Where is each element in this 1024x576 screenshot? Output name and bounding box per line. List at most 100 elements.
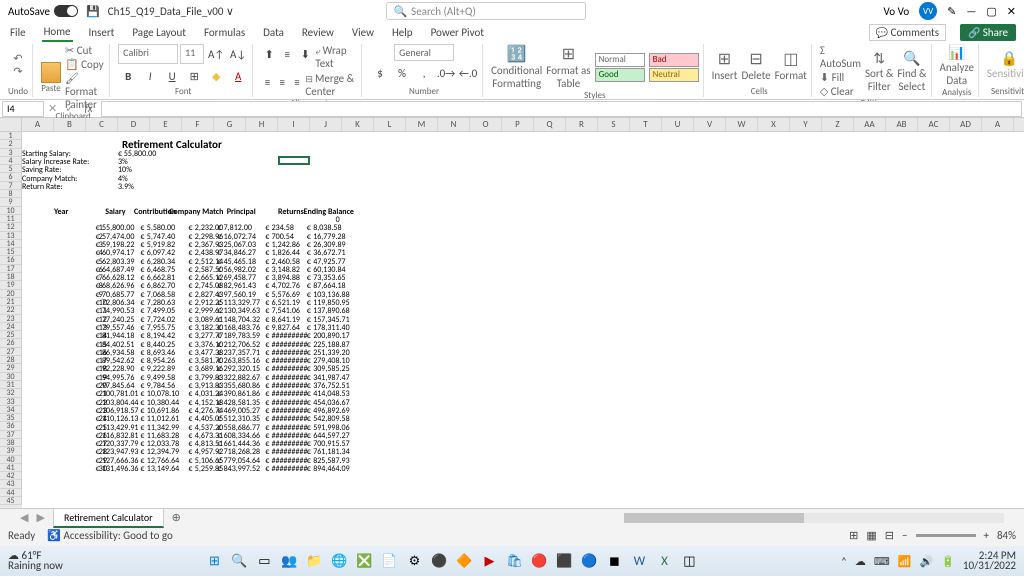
tab-nav-prev-icon[interactable]: ◀	[20, 511, 28, 524]
col-header[interactable]: K	[342, 118, 374, 131]
tab-view[interactable]: View	[350, 24, 376, 41]
style-bad[interactable]: Bad	[649, 53, 699, 67]
cell[interactable]: €	[307, 464, 311, 474]
close-icon[interactable]: ✕	[1007, 5, 1016, 18]
steam-icon[interactable]: ⚫	[428, 550, 450, 572]
fill-color-button[interactable]: ◆	[206, 66, 226, 86]
clear-button[interactable]: ◇ Clear	[820, 85, 861, 98]
redo-icon[interactable]: ↷	[13, 65, 22, 78]
col-header[interactable]: L	[374, 118, 406, 131]
col-header[interactable]: G	[214, 118, 246, 131]
app-icon[interactable]: ⬛	[553, 550, 575, 572]
cell[interactable]: €	[265, 464, 269, 474]
find-select-icon[interactable]: 🔍	[903, 50, 920, 67]
style-neutral[interactable]: Neutral	[649, 68, 699, 82]
cell[interactable]: Returns	[278, 207, 304, 217]
task-view-icon[interactable]: ▭	[253, 550, 275, 572]
comments-button[interactable]: 💬 Comments	[869, 24, 946, 41]
tray-chevron-icon[interactable]: ˄	[841, 555, 847, 568]
new-sheet-icon[interactable]: ⊕	[172, 511, 181, 524]
app-icon[interactable]: ❎	[353, 550, 375, 572]
col-header[interactable]: S	[598, 118, 630, 131]
col-header[interactable]: AB	[886, 118, 918, 131]
cell[interactable]: €	[188, 464, 192, 474]
search-input[interactable]: 🔍 Search (Alt+Q)	[386, 2, 586, 20]
font-color-button[interactable]: A	[228, 66, 248, 86]
formula-bar[interactable]	[101, 101, 1022, 117]
decrease-decimal-icon[interactable]: ←.0	[458, 63, 478, 83]
autosum-button[interactable]: Σ AutoSum	[820, 44, 861, 70]
paste-button[interactable]: Paste	[41, 62, 61, 94]
filename[interactable]: Ch15_Q19_Data_File_v00 ∨	[108, 5, 234, 18]
cell[interactable]: 3.9%	[118, 182, 134, 192]
tab-data[interactable]: Data	[261, 24, 286, 41]
style-good[interactable]: Good	[595, 68, 645, 82]
format-as-table-icon[interactable]: ⊞	[562, 44, 575, 64]
tab-file[interactable]: File	[8, 24, 28, 41]
italic-button[interactable]: I	[140, 66, 160, 86]
word-icon[interactable]: W	[628, 550, 650, 572]
zoom-out-icon[interactable]: −	[902, 529, 907, 542]
tray-volume-icon[interactable]: 🔊	[919, 555, 933, 568]
cell[interactable]: 894,464.09	[313, 464, 349, 474]
tab-help[interactable]: Help	[390, 24, 415, 41]
name-box[interactable]: I4	[2, 101, 44, 117]
app-icon[interactable]: ◫	[678, 550, 700, 572]
ribbon-display-icon[interactable]: ✎	[947, 5, 956, 18]
cut-button[interactable]: ✂ Cut	[65, 44, 105, 57]
increase-font-icon[interactable]: A↑	[206, 44, 226, 64]
teams-icon[interactable]: 👥	[278, 550, 300, 572]
explorer-icon[interactable]: 📁	[303, 550, 325, 572]
col-header[interactable]: T	[630, 118, 662, 131]
number-format-select[interactable]: General	[394, 44, 454, 61]
enter-formula-icon[interactable]: ✓	[61, 102, 78, 115]
app-icon[interactable]: ▶	[478, 550, 500, 572]
copy-button[interactable]: 📋 Copy	[65, 58, 105, 71]
col-header[interactable]: O	[470, 118, 502, 131]
bold-button[interactable]: B	[118, 66, 138, 86]
cell[interactable]: Ending Balance	[304, 207, 354, 217]
tray-battery-icon[interactable]: 🔋	[941, 555, 955, 568]
cell[interactable]: Year	[54, 207, 68, 217]
fx-icon[interactable]: fx	[78, 102, 98, 115]
col-header[interactable]: N	[438, 118, 470, 131]
style-normal[interactable]: Normal	[595, 53, 645, 67]
start-icon[interactable]: ⊞	[203, 550, 225, 572]
active-cell[interactable]	[278, 156, 310, 165]
col-header[interactable]: B	[54, 118, 86, 131]
font-name-select[interactable]: Calibri	[118, 44, 178, 64]
format-cells-icon[interactable]: ◫	[783, 49, 798, 69]
align-middle-icon[interactable]: ≡	[279, 44, 295, 64]
cell[interactable]: €	[140, 464, 144, 474]
cell[interactable]: Return Rate:	[22, 182, 63, 192]
autosave-toggle[interactable]	[54, 5, 78, 17]
tray-cloud-icon[interactable]: ☁	[855, 555, 866, 568]
tray-lang-icon[interactable]: ⌨	[874, 555, 890, 568]
view-pagelayout-icon[interactable]: ▦	[866, 529, 876, 542]
zoom-level[interactable]: 84%	[997, 529, 1016, 542]
cell[interactable]: €	[96, 464, 100, 474]
col-header[interactable]: Y	[790, 118, 822, 131]
tab-pagelayout[interactable]: Page Layout	[130, 24, 188, 41]
tab-nav-next-icon[interactable]: ▶	[36, 511, 44, 524]
align-center-icon[interactable]: ≡	[276, 72, 289, 92]
tab-insert[interactable]: Insert	[87, 24, 117, 41]
wrap-text-button[interactable]: ⤶ Wrap Text	[315, 44, 357, 70]
col-header[interactable]: Q	[534, 118, 566, 131]
col-header[interactable]: R	[566, 118, 598, 131]
col-header[interactable]: E	[150, 118, 182, 131]
weather-widget[interactable]: ☁ 61°FRaining now	[8, 551, 63, 571]
col-header[interactable]: M	[406, 118, 438, 131]
analyze-data-icon[interactable]: 📊	[948, 44, 965, 61]
col-header[interactable]: A	[982, 118, 1014, 131]
view-normal-icon[interactable]: ⊞	[849, 529, 858, 542]
tab-formulas[interactable]: Formulas	[202, 24, 247, 41]
excel-icon[interactable]: X	[653, 550, 675, 572]
col-header[interactable]: Z	[822, 118, 854, 131]
blender-icon[interactable]: 🔶	[453, 550, 475, 572]
tab-home[interactable]: Home	[42, 23, 73, 42]
underline-button[interactable]: U	[162, 66, 182, 86]
insert-cells-icon[interactable]: ⊞	[718, 49, 731, 69]
cell[interactable]: 13,149.64	[147, 464, 179, 474]
app-icon[interactable]: 🔵	[578, 550, 600, 572]
